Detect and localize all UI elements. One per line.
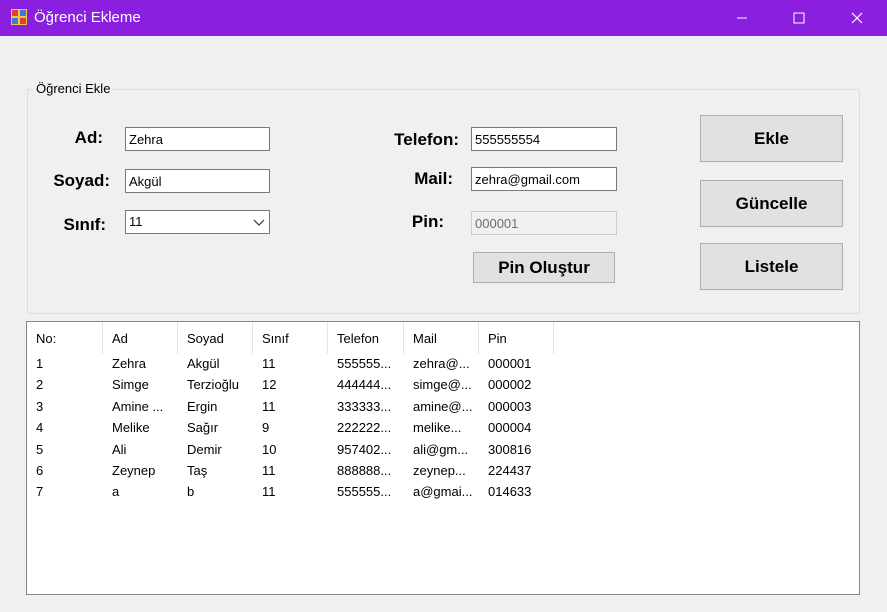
table-cell: 11 xyxy=(262,463,276,478)
sinif-select-value: 11 xyxy=(129,214,143,229)
title-bar: Öğrenci Ekleme xyxy=(0,0,887,36)
table-cell: simge@... xyxy=(413,377,472,393)
table-cell: 957402... xyxy=(337,441,392,457)
table-cell: 9 xyxy=(262,420,270,436)
sinif-select[interactable]: 11 xyxy=(125,210,270,234)
table-cell: zehra@... xyxy=(413,356,470,371)
table-cell: 11 xyxy=(262,398,276,414)
column-header-no[interactable]: No: xyxy=(27,322,103,354)
minimize-icon xyxy=(737,17,747,19)
table-cell: 7 xyxy=(36,484,44,500)
telefon-input[interactable]: 555555554 xyxy=(471,127,617,151)
table-cell: 444444... xyxy=(337,377,392,393)
table-cell: 2 xyxy=(36,377,44,393)
close-icon xyxy=(851,12,863,24)
table-cell: amine@... xyxy=(413,398,473,414)
table-cell: 333333... xyxy=(337,398,392,414)
table-cell: ali@gm... xyxy=(413,441,469,457)
table-cell: 000002 xyxy=(488,377,532,393)
minimize-button[interactable] xyxy=(719,0,765,36)
add-button[interactable]: Ekle xyxy=(700,115,843,162)
table-cell: 000001 xyxy=(488,356,532,371)
table-cell: 6 xyxy=(36,463,44,478)
table-cell: 222222... xyxy=(337,420,392,436)
table-row[interactable]: 5 Ali Demir 10 957402... ali@gm... 300816 xyxy=(27,442,627,463)
pin-generate-button[interactable]: Pin Oluştur xyxy=(473,252,615,283)
table-cell: zeynep... xyxy=(413,463,466,478)
update-button[interactable]: Güncelle xyxy=(700,180,843,227)
table-cell: 4 xyxy=(36,420,44,436)
table-cell: Amine ... xyxy=(112,398,164,414)
table-cell: 000003 xyxy=(488,398,532,414)
table-cell: Melike xyxy=(112,420,150,436)
table-cell: Terzioğlu xyxy=(187,377,240,393)
table-cell: melike... xyxy=(413,420,462,436)
column-header-telefon[interactable]: Telefon xyxy=(328,322,404,354)
student-list-view[interactable]: No: Ad Soyad Sınıf Telefon Mail Pin 1 Zeh… xyxy=(26,321,860,595)
sinif-label: Sınıf: xyxy=(63,215,107,234)
table-cell: 224437 xyxy=(488,463,532,478)
mail-input[interactable]: zehra@gmail.com xyxy=(471,167,617,191)
close-button[interactable] xyxy=(834,0,880,36)
table-row[interactable]: 7 a b 11 555555... a@gmai... 014633 xyxy=(27,484,627,505)
pin-label: Pin: xyxy=(411,212,444,231)
window-title: Öğrenci Ekleme xyxy=(34,9,141,26)
maximize-icon xyxy=(793,12,805,24)
table-cell: a xyxy=(112,484,120,500)
table-cell: 555555... xyxy=(337,484,392,500)
table-cell: Taş xyxy=(187,463,208,478)
group-title: Öğrenci Ekle xyxy=(33,81,114,96)
table-cell: Simge xyxy=(112,377,149,393)
table-cell: 11 xyxy=(262,484,276,500)
table-row[interactable]: 6 Zeynep Taş 11 888888... zeynep... 224437 xyxy=(27,463,627,484)
column-header-mail[interactable]: Mail xyxy=(404,322,479,354)
table-cell: Ergin xyxy=(187,398,218,414)
table-cell: Demir xyxy=(187,441,222,457)
table-cell: 3 xyxy=(36,398,44,414)
table-row[interactable]: 3 Amine ... Ergin 11 333333... amine@... 00000… xyxy=(27,399,627,420)
table-cell: 014633 xyxy=(488,484,532,500)
table-cell: 888888... xyxy=(337,463,392,478)
ad-input[interactable]: Zehra xyxy=(125,127,270,151)
table-cell: Sağır xyxy=(187,420,219,436)
table-cell: 000004 xyxy=(488,420,532,436)
column-header-sinif[interactable]: Sınıf xyxy=(253,322,328,354)
mail-label: Mail: xyxy=(414,169,453,188)
table-row[interactable]: 4 Melike Sağır 9 222222... melike... 000004 xyxy=(27,420,627,441)
table-cell: Akgül xyxy=(187,356,220,371)
table-row[interactable]: 2 Simge Terzioğlu 12 444444... simge@... 00000… xyxy=(27,377,627,398)
table-cell: 555555... xyxy=(337,356,392,371)
soyad-label: Soyad: xyxy=(53,171,110,190)
table-cell: 5 xyxy=(36,441,44,457)
column-header-pin[interactable]: Pin xyxy=(479,322,554,354)
table-cell: Ali xyxy=(112,441,127,457)
pin-input: 000001 xyxy=(471,211,617,235)
table-cell: 11 xyxy=(262,356,276,371)
table-cell: 1 xyxy=(36,356,44,371)
maximize-button[interactable] xyxy=(776,0,822,36)
app-icon xyxy=(11,9,27,25)
chevron-down-icon xyxy=(253,219,265,226)
table-cell: 10 xyxy=(262,441,277,457)
table-cell: 300816 xyxy=(488,441,532,457)
telefon-label: Telefon: xyxy=(394,130,459,149)
column-header-soyad[interactable]: Soyad xyxy=(178,322,253,354)
table-cell: b xyxy=(187,484,195,500)
ad-label: Ad: xyxy=(74,128,103,147)
column-header-ad[interactable]: Ad xyxy=(103,322,178,354)
table-cell: a@gmai... xyxy=(413,484,473,500)
table-cell: Zehra xyxy=(112,356,146,371)
table-row[interactable]: 1 Zehra Akgül 11 555555... zehra@... 000001 xyxy=(27,356,627,377)
soyad-input[interactable]: Akgül xyxy=(125,169,270,193)
list-button[interactable]: Listele xyxy=(700,243,843,290)
table-cell: Zeynep xyxy=(112,463,156,478)
table-cell: 12 xyxy=(262,377,277,393)
